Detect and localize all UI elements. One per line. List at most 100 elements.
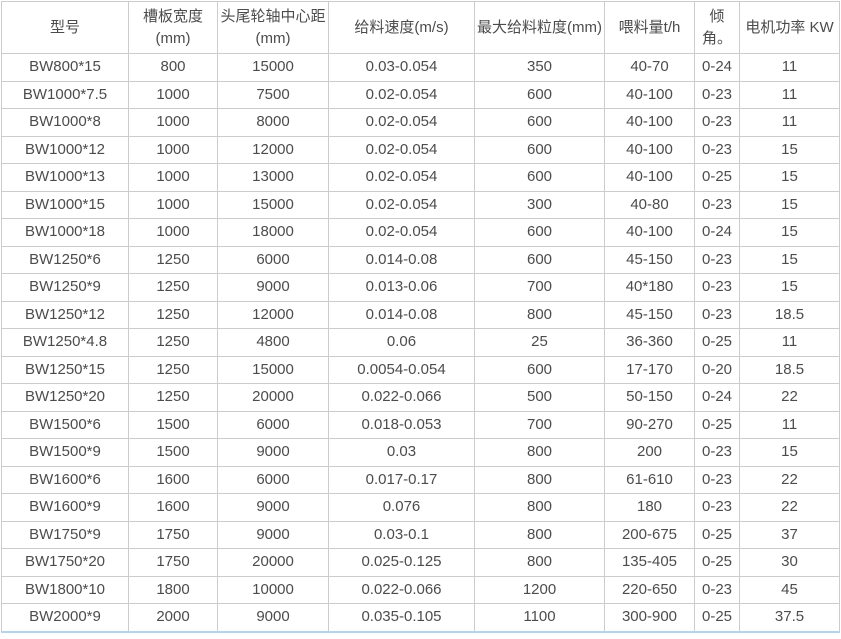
table-cell: 40-100 <box>605 164 695 192</box>
table-cell: 0.02-0.054 <box>329 81 475 109</box>
table-row: BW1250*9125090000.013-0.0670040*1800-231… <box>2 274 840 302</box>
table-cell: 9000 <box>218 274 329 302</box>
table-cell: 22 <box>740 494 840 522</box>
table-row: BW1250*201250200000.022-0.06650050-1500-… <box>2 384 840 412</box>
table-cell: 0-23 <box>695 301 740 329</box>
table-cell: 0-23 <box>695 191 740 219</box>
table-cell: 0-23 <box>695 439 740 467</box>
table-cell: 45-150 <box>605 301 695 329</box>
table-row: BW800*15800150000.03-0.05435040-700-2411 <box>2 54 840 82</box>
table-cell: 61-610 <box>605 466 695 494</box>
table-cell: BW1600*6 <box>2 466 129 494</box>
table-row: BW1000*121000120000.02-0.05460040-1000-2… <box>2 136 840 164</box>
table-cell: 0.018-0.053 <box>329 411 475 439</box>
table-cell: BW1250*4.8 <box>2 329 129 357</box>
table-cell: 12000 <box>218 136 329 164</box>
table-cell: 0-23 <box>695 136 740 164</box>
table-cell: 0-23 <box>695 274 740 302</box>
table-body: BW800*15800150000.03-0.05435040-700-2411… <box>2 54 840 632</box>
table-cell: 600 <box>475 81 605 109</box>
table-cell: 600 <box>475 136 605 164</box>
table-cell: 40-70 <box>605 54 695 82</box>
table-cell: BW1800*10 <box>2 576 129 604</box>
table-cell: 0-24 <box>695 219 740 247</box>
table-cell: BW1250*12 <box>2 301 129 329</box>
table-cell: 0.076 <box>329 494 475 522</box>
table-cell: 0.022-0.066 <box>329 384 475 412</box>
table-cell: 600 <box>475 109 605 137</box>
table-cell: 700 <box>475 411 605 439</box>
table-cell: 18000 <box>218 219 329 247</box>
table-cell: 15000 <box>218 54 329 82</box>
table-row: BW1500*9150090000.038002000-2315 <box>2 439 840 467</box>
table-cell: 9000 <box>218 494 329 522</box>
table-cell: 500 <box>475 384 605 412</box>
table-cell: 0.025-0.125 <box>329 549 475 577</box>
table-cell: 8000 <box>218 109 329 137</box>
table-row: BW1000*8100080000.02-0.05460040-1000-231… <box>2 109 840 137</box>
table-row: BW1800*101800100000.022-0.0661200220-650… <box>2 576 840 604</box>
table-cell: 0.013-0.06 <box>329 274 475 302</box>
table-cell: 15 <box>740 136 840 164</box>
table-cell: 350 <box>475 54 605 82</box>
table-cell: 1000 <box>129 109 218 137</box>
table-cell: 0.035-0.105 <box>329 604 475 632</box>
table-cell: 1000 <box>129 219 218 247</box>
table-cell: 9000 <box>218 439 329 467</box>
table-cell: BW1000*13 <box>2 164 129 192</box>
table-cell: 300 <box>475 191 605 219</box>
table-row: BW1000*181000180000.02-0.05460040-1000-2… <box>2 219 840 247</box>
table-cell: 0-23 <box>695 81 740 109</box>
table-cell: 1250 <box>129 329 218 357</box>
table-cell: 0-24 <box>695 54 740 82</box>
table-cell: 1600 <box>129 494 218 522</box>
table-row: BW1750*9175090000.03-0.1800200-6750-2537 <box>2 521 840 549</box>
table-cell: 300-900 <box>605 604 695 632</box>
column-header: 型号 <box>2 2 129 54</box>
table-cell: 600 <box>475 164 605 192</box>
table-head: 型号槽板宽度(mm)头尾轮轴中心距(mm)给料速度(m/s)最大给料粒度(mm)… <box>2 2 840 54</box>
table-cell: 45-150 <box>605 246 695 274</box>
table-cell: 0-25 <box>695 329 740 357</box>
table-cell: 40-100 <box>605 81 695 109</box>
table-cell: 15 <box>740 439 840 467</box>
table-cell: 1800 <box>129 576 218 604</box>
table-cell: 0.06 <box>329 329 475 357</box>
table-cell: 1100 <box>475 604 605 632</box>
table-cell: 200 <box>605 439 695 467</box>
table-cell: 0.014-0.08 <box>329 246 475 274</box>
table-cell: 0.02-0.054 <box>329 164 475 192</box>
column-header: 槽板宽度(mm) <box>129 2 218 54</box>
table-cell: 30 <box>740 549 840 577</box>
table-cell: 15 <box>740 164 840 192</box>
table-cell: 1600 <box>129 466 218 494</box>
table-cell: 0-25 <box>695 604 740 632</box>
column-header: 喂料量t/h <box>605 2 695 54</box>
table-cell: 18.5 <box>740 356 840 384</box>
table-cell: 18.5 <box>740 301 840 329</box>
table-cell: 12000 <box>218 301 329 329</box>
table-cell: 200-675 <box>605 521 695 549</box>
table-row: BW1600*6160060000.017-0.1780061-6100-232… <box>2 466 840 494</box>
table-cell: 0.03 <box>329 439 475 467</box>
table-cell: 6000 <box>218 246 329 274</box>
table-cell: 11 <box>740 411 840 439</box>
table-cell: 1250 <box>129 356 218 384</box>
table-cell: 9000 <box>218 521 329 549</box>
table-cell: 37.5 <box>740 604 840 632</box>
table-cell: 0.03-0.054 <box>329 54 475 82</box>
table-row: BW2000*9200090000.035-0.1051100300-9000-… <box>2 604 840 632</box>
table-cell: 11 <box>740 329 840 357</box>
table-cell: BW1750*9 <box>2 521 129 549</box>
table-cell: BW1000*12 <box>2 136 129 164</box>
table-cell: 1000 <box>129 191 218 219</box>
table-cell: BW800*15 <box>2 54 129 82</box>
table-cell: BW1250*15 <box>2 356 129 384</box>
table-cell: 0-23 <box>695 494 740 522</box>
table-cell: 36-360 <box>605 329 695 357</box>
table-cell: 11 <box>740 81 840 109</box>
table-row: BW1250*151250150000.0054-0.05460017-1700… <box>2 356 840 384</box>
table-cell: 2000 <box>129 604 218 632</box>
table-cell: 0-25 <box>695 411 740 439</box>
table-cell: BW1250*20 <box>2 384 129 412</box>
